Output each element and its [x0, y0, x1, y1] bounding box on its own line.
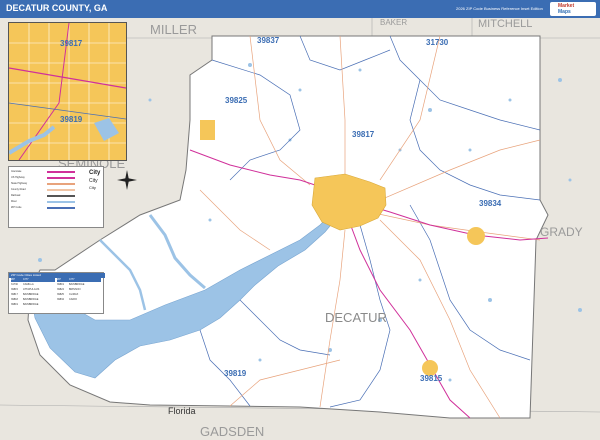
legend-row-2: State Highway	[11, 182, 28, 185]
zip-cell: BAINBRIDGE	[23, 293, 39, 296]
zip-label-39815[interactable]: 39815	[420, 374, 443, 383]
climax-urban-area	[200, 120, 215, 140]
legend-box: Interstate US Highway State Highway Coun…	[8, 166, 104, 228]
inset-map[interactable]: 39817 39819	[8, 22, 127, 161]
brand-logo[interactable]: Market Maps	[550, 2, 596, 16]
edition-text: 2026 ZIP Code Business Reference Inset E…	[456, 6, 543, 11]
cairo-urban-area	[467, 227, 485, 245]
legend-row-0: Interstate	[11, 170, 22, 173]
zip-cell: 39815	[11, 288, 18, 291]
legend-row-5: River	[11, 200, 17, 203]
zip-cell: CAIRO	[69, 298, 77, 301]
legend-swatch-5	[47, 201, 75, 203]
zip-label-31730[interactable]: 31730	[426, 38, 449, 47]
zip-cell: 39834	[57, 298, 64, 301]
zip-cell: ATTAPULGUS	[23, 288, 40, 291]
legend-row-6: ZIP Code	[11, 206, 22, 209]
label-miller: MILLER	[150, 22, 197, 37]
zip-table: ZIP Code Cities Listed ZIP CITY ZIP CITY…	[8, 272, 105, 314]
zip-label-39817[interactable]: 39817	[352, 130, 375, 139]
zip-cell: 39818	[11, 298, 18, 301]
zip-cell: CAMILLA	[23, 283, 34, 286]
legend-swatch-1	[47, 177, 75, 179]
legend-city-medium: City	[89, 178, 98, 184]
legend-swatch-0	[47, 171, 75, 173]
inset-zip-bottom[interactable]: 39819	[60, 115, 82, 124]
legend-swatch-4	[47, 195, 75, 197]
legend-row-3: County Road	[11, 188, 26, 191]
label-county: DECATUR	[325, 310, 387, 325]
zip-cell: 39825	[57, 293, 64, 296]
zip-label-39834[interactable]: 39834	[479, 199, 502, 208]
label-gadsden: GADSDEN	[200, 424, 264, 439]
label-baker: BAKER	[380, 18, 407, 27]
map-frame: DECATUR COUNTY, GA 2026 ZIP Code Busines…	[0, 0, 600, 440]
legend-row-4: Railroad	[11, 194, 21, 197]
legend-city-large: City	[89, 170, 101, 176]
legend-row-1: US Highway	[11, 176, 25, 179]
zip-header-1: CITY	[23, 278, 55, 282]
map-title: DECATUR COUNTY, GA	[6, 3, 108, 13]
legend-swatch-2	[47, 183, 75, 185]
legend-city-small: City	[89, 185, 96, 190]
inset-zip-top[interactable]: 39817	[60, 39, 82, 48]
zip-cell: BAINBRIDGE	[23, 303, 39, 306]
title-bar: DECATUR COUNTY, GA 2026 ZIP Code Busines…	[0, 0, 600, 18]
legend-swatch-6	[47, 207, 75, 209]
zip-cell: 39824	[57, 288, 64, 291]
label-grady: GRADY	[540, 225, 583, 239]
zip-label-39819[interactable]: 39819	[224, 369, 247, 378]
zip-cell: 39819	[11, 303, 18, 306]
zip-header-3: CITY	[69, 278, 101, 282]
logo-bottom-text: Maps	[558, 9, 571, 15]
zip-cell: 39819	[57, 283, 64, 286]
legend-swatch-3	[47, 189, 75, 191]
zip-cell: BRINSON	[69, 288, 81, 291]
zip-cell: 39817	[11, 293, 18, 296]
zip-header-0: ZIP	[11, 278, 23, 282]
zip-cell: BAINBRIDGE	[69, 283, 85, 286]
zip-cell: CLIMAX	[69, 293, 79, 296]
zip-cell: 31730	[11, 283, 18, 286]
label-mitchell: MITCHELL	[478, 18, 532, 30]
zip-label-39825[interactable]: 39825	[225, 96, 248, 105]
label-florida: Florida	[168, 406, 196, 416]
zip-label-39837[interactable]: 39837	[257, 36, 280, 45]
zip-cell: BAINBRIDGE	[23, 298, 39, 301]
zip-header-2: ZIP	[57, 278, 69, 282]
